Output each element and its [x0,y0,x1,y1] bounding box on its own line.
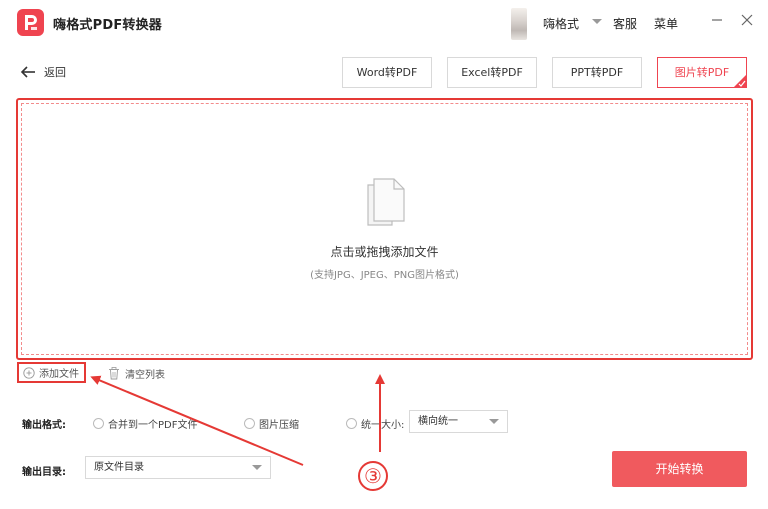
minimize-icon[interactable] [709,12,725,28]
app-logo-icon [17,9,44,36]
file-drop-zone[interactable]: 点击或拖拽添加文件 (支持JPG、JPEG、PNG图片格式) [16,98,753,360]
drop-zone-hint: (支持JPG、JPEG、PNG图片格式) [310,270,459,281]
radio-uniform-size-dot[interactable] [346,418,357,429]
trash-icon [109,367,119,380]
output-format-label: 输出格式: [22,420,66,431]
radio-compress-image-label: 图片压缩 [259,420,299,431]
arrow-left-icon [20,66,35,78]
output-dir-select[interactable]: 原文件目录 [85,456,271,479]
radio-merge-pdf-dot[interactable] [93,418,104,429]
output-dir-label: 输出目录: [22,467,66,478]
username[interactable]: 嗨格式 [543,15,579,32]
back-label: 返回 [44,66,66,79]
radio-merge-pdf[interactable]: 合并到一个PDF文件 [93,416,197,431]
tab-excel-to-pdf[interactable]: Excel转PDF [447,57,537,88]
close-icon[interactable] [739,12,755,28]
radio-uniform-size-label: 统一大小: [361,420,405,431]
chevron-down-icon [252,465,262,470]
user-avatar[interactable] [511,8,527,40]
app-title: 嗨格式PDF转换器 [53,18,162,33]
plus-circle-icon [23,366,35,379]
radio-merge-pdf-label: 合并到一个PDF文件 [108,420,198,431]
user-menu-caret-icon[interactable] [592,19,602,24]
start-convert-button[interactable]: 开始转换 [612,451,747,487]
tab-word-to-pdf[interactable]: Word转PDF [342,57,432,88]
tab-image-to-pdf[interactable]: 图片转PDF [657,57,747,88]
drop-zone-title: 点击或拖拽添加文件 [330,245,439,259]
size-orientation-value: 横向统一 [418,416,458,427]
title-bar: 嗨格式PDF转换器 嗨格式 客服 菜单 [0,0,768,46]
add-file-button[interactable]: 添加文件 [17,362,86,383]
step-number-badge: ③ [358,461,388,491]
customer-service-link[interactable]: 客服 [613,15,637,32]
tab-image-to-pdf-label: 图片转PDF [674,66,730,79]
output-dir-value: 原文件目录 [94,462,144,473]
clear-list-button[interactable]: 清空列表 [108,366,165,381]
selected-check-icon [733,74,747,88]
size-orientation-select[interactable]: 横向统一 [409,410,508,433]
menu-link[interactable]: 菜单 [654,15,678,32]
chevron-down-icon [489,419,499,424]
back-button[interactable]: 返回 [20,64,66,80]
clear-list-label: 清空列表 [125,370,165,381]
app-window: 嗨格式PDF转换器 嗨格式 客服 菜单 返回 Word转PDF Excel转PD… [0,0,768,509]
tab-ppt-to-pdf[interactable]: PPT转PDF [552,57,642,88]
radio-uniform-size[interactable]: 统一大小: [346,416,404,431]
radio-compress-image-dot[interactable] [244,418,255,429]
add-file-label: 添加文件 [39,369,79,380]
file-stack-icon [367,178,405,226]
radio-compress-image[interactable]: 图片压缩 [244,416,299,431]
